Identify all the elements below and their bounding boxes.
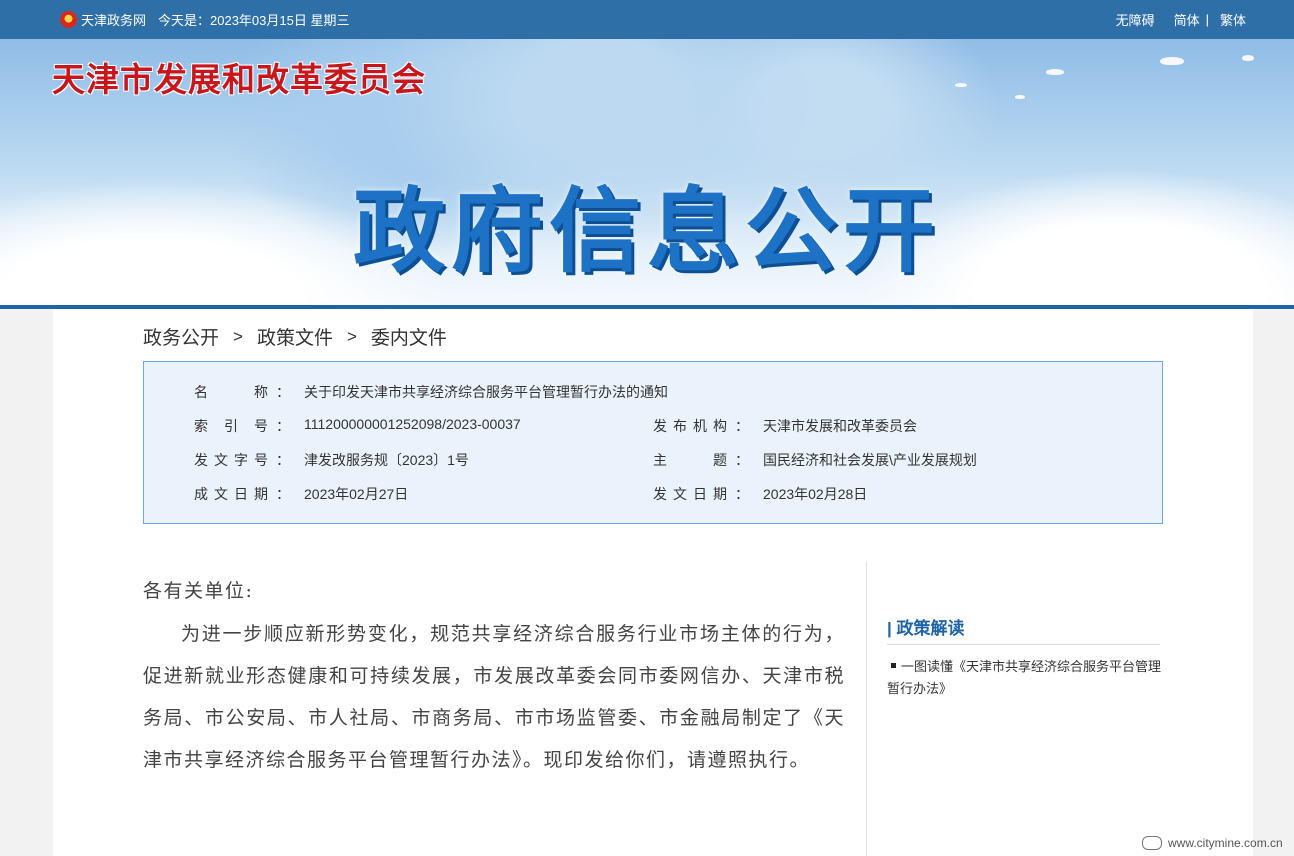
simplified-chinese-link[interactable]: 简体: [1174, 10, 1200, 29]
sidebar-rule: [887, 644, 1160, 645]
dove-decoration: [955, 83, 967, 87]
meta-label-issued: 发文日期: [653, 486, 727, 502]
dove-decoration: [1046, 69, 1064, 75]
meta-row-index: 索 引 号 ： 111200000001252098/2023-00037 发布…: [144, 416, 1162, 440]
meta-label-topic: 主 题: [653, 452, 727, 468]
meta-colon: ：: [276, 486, 290, 502]
breadcrumb-separator: >: [346, 326, 357, 346]
meta-value-name: 关于印发天津市共享经济综合服务平台管理暂行办法的通知: [304, 384, 668, 400]
meta-label-publisher: 发布机构: [653, 418, 727, 434]
meta-value-topic: 国民经济和社会发展\产业发展规划: [763, 452, 977, 468]
breadcrumb: 政务公开 > 政策文件 > 委内文件: [143, 323, 447, 350]
header-banner: 天津市发展和改革委员会 政府信息公开: [0, 39, 1294, 305]
portal-link[interactable]: 天津政务网: [81, 10, 146, 29]
policy-interpretation-text[interactable]: 一图读懂《天津市共享经济综合服务平台管理暂行办法》: [887, 659, 1161, 696]
meta-colon: ：: [276, 452, 290, 468]
meta-row-name: 名 称 ： 关于印发天津市共享经济综合服务平台管理暂行办法的通知: [144, 382, 1162, 406]
dove-decoration: [1242, 55, 1254, 61]
dove-decoration: [1015, 95, 1025, 99]
hero-title: 政府信息公开: [352, 178, 941, 285]
bullet-icon: [891, 663, 896, 668]
watermark-text: www.citymine.com.cn: [1168, 836, 1283, 850]
meta-label-docno: 发文字号: [194, 452, 268, 468]
org-title[interactable]: 天津市发展和改革委员会: [52, 53, 426, 101]
meta-colon: ：: [276, 418, 290, 434]
meta-row-docno: 发文字号 ： 津发改服务规〔2023〕1号 主 题 ： 国民经济和社会发展\产业…: [144, 450, 1162, 474]
meta-colon: ：: [735, 486, 749, 502]
meta-colon: ：: [735, 452, 749, 468]
sidebar-divider: [866, 562, 867, 856]
site-logo-icon: [1142, 836, 1162, 850]
traditional-chinese-link[interactable]: 繁体: [1220, 10, 1246, 29]
policy-interpretation-heading: | 政策解读: [887, 619, 965, 638]
policy-interpretation-link[interactable]: 一图读懂《天津市共享经济综合服务平台管理暂行办法》: [887, 656, 1170, 700]
meta-label-index: 索 引 号: [194, 418, 268, 434]
meta-label-created: 成文日期: [194, 486, 268, 502]
top-bar-right: 无障碍 简体 | 繁体: [1116, 0, 1246, 39]
document-metadata: 名 称 ： 关于印发天津市共享经济综合服务平台管理暂行办法的通知 索 引 号 ：…: [143, 361, 1163, 524]
current-date: 今天是：2023年03月15日 星期三: [158, 13, 350, 28]
breadcrumb-separator: >: [233, 326, 243, 346]
meta-row-dates: 成文日期 ： 2023年02月27日 发文日期 ： 2023年02月28日: [144, 484, 1162, 508]
breadcrumb-internal-docs[interactable]: 委内文件: [371, 323, 447, 350]
salutation: 各有关单位:: [143, 580, 254, 602]
document-body: 各有关单位: 为进一步顺应新形势变化，规范共享经济综合服务行业市场主体的行为，促…: [143, 570, 845, 781]
meta-label-name: 名 称: [194, 384, 268, 400]
meta-colon: ：: [735, 418, 749, 434]
top-bar-left: 天津政务网 今天是：2023年03月15日 星期三: [60, 0, 349, 39]
accessibility-link[interactable]: 无障碍: [1116, 10, 1155, 29]
meta-value-publisher: 天津市发展和改革委员会: [763, 418, 917, 434]
body-paragraph: 为进一步顺应新形势变化，规范共享经济综合服务行业市场主体的行为，促进新就业形态健…: [143, 623, 845, 771]
meta-value-docno: 津发改服务规〔2023〕1号: [304, 452, 469, 468]
meta-value-created: 2023年02月27日: [304, 486, 409, 502]
top-bar: 天津政务网 今天是：2023年03月15日 星期三 无障碍 简体 | 繁体: [0, 0, 1294, 39]
meta-value-issued: 2023年02月28日: [763, 486, 868, 502]
meta-value-index: 111200000001252098/2023-00037: [304, 416, 521, 432]
language-separator: |: [1205, 12, 1209, 27]
watermark: www.citymine.com.cn: [1142, 836, 1283, 850]
meta-colon: ：: [276, 384, 290, 400]
dove-decoration: [1160, 57, 1184, 65]
breadcrumb-policy-docs[interactable]: 政策文件: [257, 323, 333, 350]
national-emblem-icon: [60, 11, 77, 28]
breadcrumb-gov-affairs[interactable]: 政务公开: [143, 323, 219, 350]
